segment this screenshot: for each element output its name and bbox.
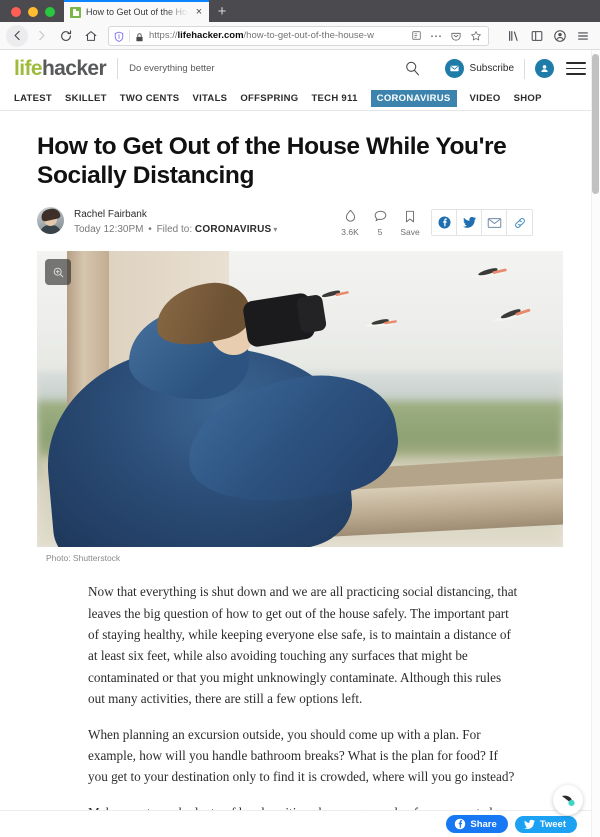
- filed-to-label: Filed to:: [156, 223, 193, 235]
- nav-item-latest[interactable]: LATEST: [14, 91, 52, 106]
- nav-item-two-cents[interactable]: TWO CENTS: [120, 91, 180, 106]
- nav-item-tech-911[interactable]: TECH 911: [311, 91, 357, 106]
- browser-window: How to Get Out of the House W × + https:…: [0, 0, 600, 837]
- nav-item-coronavirus[interactable]: CORONAVIRUS: [370, 90, 457, 107]
- close-window-button[interactable]: [11, 7, 21, 17]
- filed-to-value[interactable]: CORONAVIRUS: [195, 224, 271, 235]
- share-facebook-icon[interactable]: [432, 210, 457, 236]
- url-bar[interactable]: https://lifehacker.com/how-to-get-out-of…: [108, 25, 489, 46]
- page-title: How to Get Out of the House While You're…: [37, 133, 507, 189]
- twitter-tweet-label: Tweet: [539, 818, 566, 830]
- back-button-icon[interactable]: [6, 24, 28, 47]
- avatar-body: [40, 225, 61, 235]
- tab-strip: How to Get Out of the House W × +: [0, 0, 600, 22]
- share-button-group: [431, 209, 533, 237]
- views-action[interactable]: 3.6K: [335, 209, 365, 237]
- forward-button-icon[interactable]: [29, 24, 53, 48]
- nav-item-vitals[interactable]: VITALS: [192, 91, 227, 106]
- facebook-share-label: Share: [470, 818, 497, 830]
- bookmark-star-icon[interactable]: [468, 28, 484, 44]
- browser-toolbar: https://lifehacker.com/how-to-get-out-of…: [0, 22, 600, 50]
- close-tab-icon[interactable]: ×: [193, 6, 205, 18]
- comments-action[interactable]: 5: [365, 209, 395, 237]
- new-tab-button[interactable]: +: [209, 0, 235, 22]
- image-zoom-button[interactable]: [45, 259, 71, 286]
- avatar-hair: [40, 207, 61, 223]
- author-name[interactable]: Rachel Fairbank: [74, 208, 277, 223]
- chevron-down-icon[interactable]: ▾: [273, 225, 277, 234]
- site-logo[interactable]: lifehacker: [14, 57, 107, 80]
- tab-title: How to Get Out of the House W: [86, 7, 188, 17]
- reader-mode-icon[interactable]: [408, 28, 424, 44]
- timestamp: Today 12:30PM: [74, 223, 144, 235]
- comments-count: 5: [377, 227, 383, 238]
- byline: Rachel Fairbank Today 12:30PM • Filed to…: [37, 207, 563, 237]
- twitter-tweet-button[interactable]: Tweet: [514, 815, 577, 833]
- nav-item-video[interactable]: VIDEO: [470, 91, 501, 106]
- window-controls: [0, 7, 64, 22]
- logo-divider: [117, 58, 119, 79]
- article-body: Now that everything is shut down and we …: [88, 581, 520, 837]
- nav-item-skillet[interactable]: SKILLET: [65, 91, 107, 106]
- home-button-icon[interactable]: [79, 24, 103, 48]
- minimize-window-button[interactable]: [28, 7, 38, 17]
- url-divider: [129, 29, 130, 42]
- article-actions: 3.6K 5 Save: [335, 207, 563, 237]
- nav-item-offspring[interactable]: OFFSPRING: [240, 91, 298, 106]
- site-menu-icon[interactable]: [566, 62, 586, 75]
- share-link-icon[interactable]: [507, 210, 532, 235]
- sidebar-icon[interactable]: [526, 25, 548, 47]
- page-viewport: lifehacker Do everything better Subscrib…: [0, 50, 600, 837]
- app-menu-icon[interactable]: [572, 25, 594, 47]
- image-caption: Photo: Shutterstock: [46, 553, 121, 564]
- article-hero-image[interactable]: [37, 251, 563, 548]
- meta-separator: •: [145, 223, 155, 235]
- facebook-share-button[interactable]: Share: [446, 815, 508, 833]
- search-icon[interactable]: [403, 59, 423, 79]
- article-meta: Today 12:30PM • Filed to: CORONAVIRUS ▾: [74, 223, 277, 238]
- scrollbar-thumb[interactable]: [592, 54, 599, 194]
- nav-item-shop[interactable]: SHOP: [514, 91, 542, 106]
- share-email-icon[interactable]: [482, 210, 507, 236]
- envelope-icon: [444, 59, 464, 78]
- user-avatar-icon[interactable]: [535, 59, 554, 78]
- tracking-protection-shield-icon[interactable]: [113, 30, 125, 42]
- site-header: lifehacker Do everything better Subscrib…: [0, 50, 600, 87]
- article: How to Get Out of the House While You're…: [0, 133, 600, 837]
- browser-tab[interactable]: How to Get Out of the House W ×: [64, 0, 209, 22]
- lock-icon[interactable]: [134, 30, 145, 42]
- lifehacker-favicon-icon: [70, 6, 81, 18]
- page-actions-icon[interactable]: ⋯: [428, 28, 444, 44]
- account-icon[interactable]: [549, 25, 571, 47]
- views-count: 3.6K: [341, 227, 359, 238]
- bottom-share-bar: Share Tweet: [0, 785, 591, 837]
- article-paragraph: When planning an excursion outside, you …: [88, 726, 515, 785]
- logo-part-life: life: [14, 57, 43, 80]
- chat-widget-icon[interactable]: [553, 785, 583, 815]
- site-nav: LATEST SKILLET TWO CENTS VITALS OFFSPRIN…: [0, 87, 600, 111]
- pocket-icon[interactable]: [448, 28, 464, 44]
- logo-part-hacker: hacker: [41, 57, 107, 80]
- share-twitter-icon[interactable]: [457, 210, 482, 236]
- maximize-window-button[interactable]: [45, 7, 55, 17]
- save-action[interactable]: Save: [395, 209, 425, 237]
- library-icon[interactable]: [503, 25, 525, 47]
- byline-text: Rachel Fairbank Today 12:30PM • Filed to…: [74, 207, 277, 237]
- subscribe-button[interactable]: Subscribe: [444, 59, 514, 78]
- url-text[interactable]: https://lifehacker.com/how-to-get-out-of…: [149, 30, 404, 41]
- save-label: Save: [400, 227, 420, 238]
- header-divider: [524, 58, 525, 79]
- page-scrollbar[interactable]: [591, 50, 600, 837]
- author-avatar: [37, 207, 64, 235]
- article-paragraph: Now that everything is shut down and we …: [88, 584, 518, 707]
- subscribe-label: Subscribe: [469, 63, 514, 74]
- reload-button-icon[interactable]: [54, 24, 78, 48]
- site-tagline: Do everything better: [129, 63, 215, 74]
